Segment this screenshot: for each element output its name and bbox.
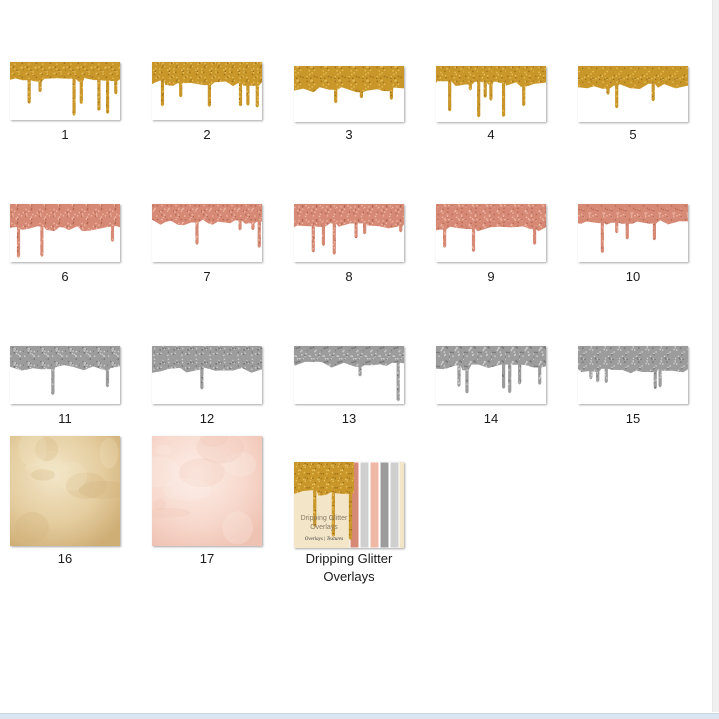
file-item[interactable]: 11 <box>2 284 134 426</box>
file-thumbnail[interactable] <box>578 204 688 262</box>
file-thumbnail[interactable] <box>10 436 120 546</box>
vertical-scrollbar[interactable] <box>712 0 719 712</box>
thumbnail-image <box>436 346 546 404</box>
thumbnail-image <box>152 62 262 120</box>
thumbnail-image <box>10 436 120 546</box>
file-item[interactable]: 3 <box>286 0 418 142</box>
file-thumbnail[interactable] <box>436 346 546 404</box>
file-name-label[interactable]: 14 <box>425 410 557 428</box>
thumbnail-image <box>436 66 546 122</box>
file-thumbnail[interactable] <box>436 204 546 262</box>
file-thumbnail[interactable] <box>294 66 404 122</box>
thumbnail-image <box>436 204 546 262</box>
file-item[interactable]: 15 <box>570 284 702 426</box>
file-item[interactable]: 5 <box>570 0 702 142</box>
thumbnail-image <box>10 204 120 262</box>
thumbnail-image <box>10 62 120 120</box>
status-bar-edge <box>0 713 719 719</box>
file-name-label[interactable]: 16 <box>0 550 131 568</box>
file-item[interactable]: 1 <box>2 0 134 142</box>
cover-title-text: Overlays <box>310 524 338 531</box>
file-thumbnail[interactable] <box>578 66 688 122</box>
file-thumbnail[interactable]: Dripping Glitter Overlays Overlays | Textu… <box>294 462 404 548</box>
thumbnail-image <box>578 204 688 262</box>
file-name-label[interactable]: 17 <box>141 550 273 568</box>
file-thumbnail[interactable] <box>10 62 120 120</box>
thumbnail-image <box>152 204 262 262</box>
thumbnail-image <box>10 346 120 404</box>
file-item[interactable]: 13 <box>286 284 418 426</box>
thumbnail-image <box>294 66 404 122</box>
file-thumbnail[interactable] <box>294 346 404 404</box>
file-thumbnail[interactable] <box>10 204 120 262</box>
file-thumbnail[interactable] <box>10 346 120 404</box>
file-item[interactable]: Dripping Glitter Overlays Overlays | Textu… <box>286 426 418 584</box>
file-item[interactable]: 6 <box>2 142 134 284</box>
file-thumbnail[interactable] <box>578 346 688 404</box>
file-name-label[interactable]: 15 <box>567 410 699 428</box>
file-thumbnail[interactable] <box>152 204 262 262</box>
thumbnail-image: Dripping Glitter Overlays Overlays | Textu… <box>294 462 404 548</box>
thumbnail-image <box>152 346 262 404</box>
file-name-label[interactable]: Dripping Glitter Overlays <box>283 550 415 586</box>
thumbnail-image <box>578 66 688 122</box>
file-item[interactable]: 7 <box>144 142 276 284</box>
file-view: 1 2 3 4 5 6 7 8 9 10 11 12 13 14 15 16 17 Dripping Glitte… <box>0 0 719 719</box>
thumbnail-image <box>294 346 404 404</box>
file-item[interactable]: 2 <box>144 0 276 142</box>
cover-script-text: Overlays | Textures <box>305 537 344 542</box>
thumbnail-image <box>578 346 688 404</box>
cover-title-text: Dripping Glitter <box>301 515 348 522</box>
thumbnail-image <box>152 436 262 546</box>
file-thumbnail[interactable] <box>294 204 404 262</box>
file-item[interactable]: 10 <box>570 142 702 284</box>
file-item[interactable]: 12 <box>144 284 276 426</box>
thumbnail-image <box>294 204 404 262</box>
file-thumbnail[interactable] <box>152 436 262 546</box>
file-item[interactable]: 4 <box>428 0 560 142</box>
file-thumbnail[interactable] <box>152 346 262 404</box>
file-item[interactable]: 16 <box>2 426 134 568</box>
file-item[interactable]: 14 <box>428 284 560 426</box>
file-thumbnail[interactable] <box>152 62 262 120</box>
file-thumbnail[interactable] <box>436 66 546 122</box>
file-item[interactable]: 9 <box>428 142 560 284</box>
file-item[interactable]: 8 <box>286 142 418 284</box>
file-item[interactable]: 17 <box>144 426 276 568</box>
